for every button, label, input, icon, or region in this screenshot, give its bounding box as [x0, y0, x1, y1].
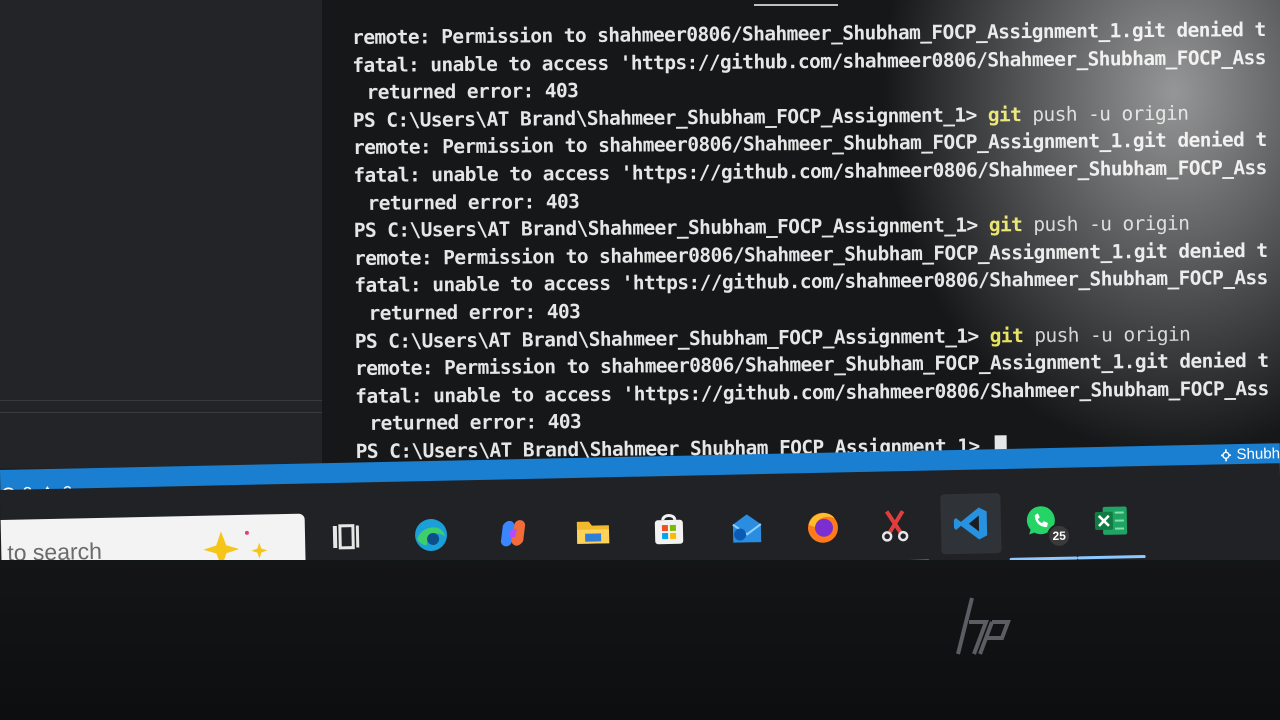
task-view-button[interactable]	[319, 510, 372, 563]
command-keyword: git	[988, 213, 1023, 237]
excel-icon	[1094, 506, 1128, 535]
branch-label: Shubh	[1236, 445, 1280, 464]
sidebar-divider	[0, 400, 322, 401]
panel-tab-indicator	[754, 4, 838, 6]
vscode-icon	[953, 507, 988, 540]
firefox-button[interactable]	[796, 500, 849, 553]
terminal-output: remote: Permission to shahmeer0806/Shahm…	[352, 16, 1269, 465]
edge-icon	[415, 518, 448, 551]
laptop-bezel	[0, 560, 1280, 720]
snipping-tool-button[interactable]	[861, 499, 930, 564]
microsoft-store-button[interactable]	[642, 503, 695, 556]
command-keyword: git	[989, 323, 1024, 347]
command-args: push -u origin	[1021, 101, 1189, 126]
notification-badge: 25	[1046, 523, 1072, 549]
task-view-icon	[332, 524, 360, 550]
editor-sidebar	[0, 0, 322, 468]
prompt-path: PS C:\Users\AT Brand\Shahmeer_Shubham_FO…	[354, 323, 990, 353]
file-explorer-button[interactable]	[559, 505, 628, 571]
edge-button[interactable]	[397, 508, 466, 574]
prompt-path: PS C:\Users\AT Brand\Shahmeer_Shubham_FO…	[353, 213, 989, 243]
prompt-path: PS C:\Users\AT Brand\Shahmeer_Shubham_FO…	[352, 103, 988, 132]
command-keyword: git	[987, 102, 1022, 127]
copilot-button[interactable]	[479, 507, 548, 572]
copilot-icon	[500, 520, 526, 547]
vscode-button[interactable]	[937, 493, 1006, 567]
folder-icon	[576, 521, 610, 544]
sidebar-divider	[0, 412, 322, 413]
scissors-icon	[881, 510, 909, 542]
running-indicator	[1077, 555, 1146, 560]
remote-icon	[1220, 448, 1231, 461]
excel-button[interactable]	[1077, 494, 1146, 560]
store-icon	[654, 514, 684, 545]
hp-logo	[956, 597, 1011, 655]
mail-icon	[732, 514, 762, 543]
status-branch[interactable]: Shubh	[1218, 445, 1280, 463]
terminal-panel[interactable]: remote: Permission to shahmeer0806/Shahm…	[322, 0, 1280, 468]
firefox-icon	[807, 512, 838, 543]
command-args: push -u origin	[1022, 211, 1190, 237]
outlook-button[interactable]	[720, 502, 773, 555]
whatsapp-button[interactable]: 25	[1009, 496, 1078, 561]
command-args: push -u origin	[1023, 322, 1191, 347]
